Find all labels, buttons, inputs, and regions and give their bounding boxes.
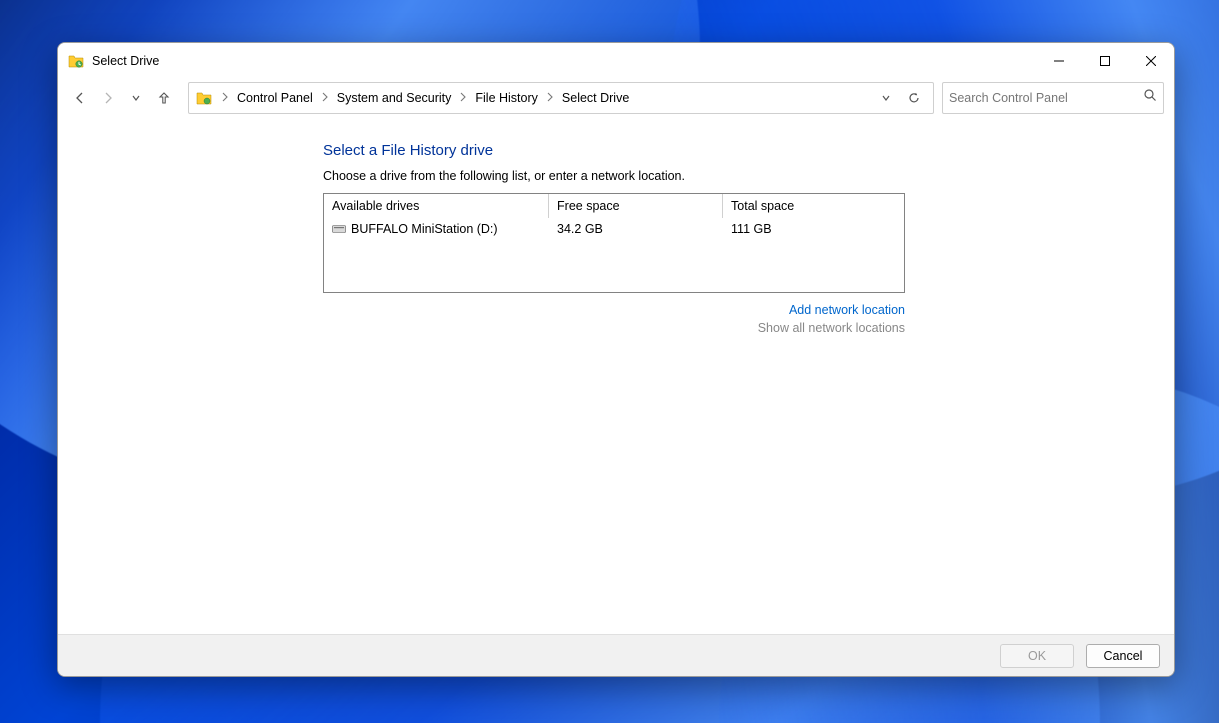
chevron-right-icon[interactable] — [457, 91, 469, 105]
chevron-right-icon[interactable] — [219, 91, 231, 105]
breadcrumb-select-drive[interactable]: Select Drive — [558, 88, 633, 108]
forward-button[interactable] — [96, 86, 120, 110]
maximize-button[interactable] — [1082, 43, 1128, 79]
add-network-location-link[interactable]: Add network location — [323, 303, 905, 317]
cancel-button[interactable]: Cancel — [1086, 644, 1160, 668]
address-history-button[interactable] — [873, 85, 899, 111]
file-history-icon — [68, 53, 84, 69]
drive-name-cell: BUFFALO MiniStation (D:) — [324, 222, 549, 236]
chevron-right-icon[interactable] — [544, 91, 556, 105]
command-bar: OK Cancel — [58, 634, 1174, 676]
drive-name: BUFFALO MiniStation (D:) — [351, 222, 498, 236]
breadcrumb-system-security[interactable]: System and Security — [333, 88, 456, 108]
table-header: Available drives Free space Total space — [324, 194, 904, 218]
hard-drive-icon — [332, 225, 346, 233]
minimize-button[interactable] — [1036, 43, 1082, 79]
back-button[interactable] — [68, 86, 92, 110]
refresh-button[interactable] — [901, 85, 927, 111]
page-subtext: Choose a drive from the following list, … — [323, 169, 905, 183]
column-header-total[interactable]: Total space — [723, 194, 904, 218]
close-button[interactable] — [1128, 43, 1174, 79]
column-header-drives[interactable]: Available drives — [324, 194, 549, 218]
drive-free-cell: 34.2 GB — [549, 222, 723, 236]
up-button[interactable] — [152, 86, 176, 110]
window-title: Select Drive — [92, 54, 159, 68]
drive-total-cell: 111 GB — [723, 222, 904, 236]
search-icon[interactable] — [1143, 88, 1157, 107]
chevron-right-icon[interactable] — [319, 91, 331, 105]
search-input[interactable] — [949, 91, 1143, 105]
ok-button[interactable]: OK — [1000, 644, 1074, 668]
control-panel-icon — [195, 89, 213, 107]
breadcrumb-control-panel[interactable]: Control Panel — [233, 88, 317, 108]
titlebar[interactable]: Select Drive — [58, 43, 1174, 79]
show-all-network-locations-link[interactable]: Show all network locations — [323, 321, 905, 335]
drive-table: Available drives Free space Total space … — [323, 193, 905, 293]
table-row[interactable]: BUFFALO MiniStation (D:) 34.2 GB 111 GB — [324, 218, 904, 240]
address-bar[interactable]: Control Panel System and Security File H… — [188, 82, 934, 114]
select-drive-window: Select Drive — [57, 42, 1175, 677]
page-heading: Select a File History drive — [323, 142, 905, 159]
recent-locations-button[interactable] — [124, 86, 148, 110]
column-header-free[interactable]: Free space — [549, 194, 723, 218]
window-controls — [1036, 43, 1174, 79]
content-area: Select a File History drive Choose a dri… — [58, 116, 1174, 634]
navigation-row: Control Panel System and Security File H… — [58, 79, 1174, 116]
breadcrumb-file-history[interactable]: File History — [471, 88, 542, 108]
search-box[interactable] — [942, 82, 1164, 114]
